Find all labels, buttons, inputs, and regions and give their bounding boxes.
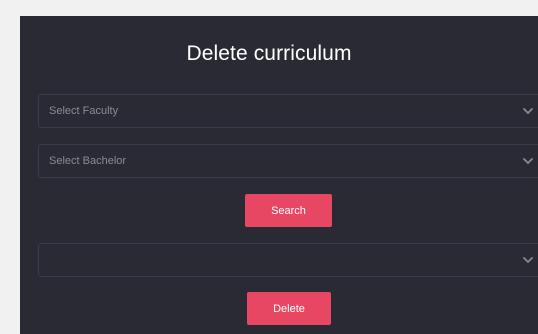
faculty-select[interactable]: Select Faculty: [38, 94, 538, 128]
bachelor-select[interactable]: Select Bachelor: [38, 144, 538, 178]
bachelor-select-value: Select Bachelor: [49, 155, 127, 167]
delete-button[interactable]: Delete: [247, 292, 331, 325]
page-title: Delete curriculum: [186, 42, 352, 65]
chevron-down-icon: [523, 158, 533, 164]
chevron-down-icon: [523, 108, 533, 114]
search-button[interactable]: Search: [245, 194, 332, 227]
delete-curriculum-panel: Delete curriculum Select Faculty Select …: [20, 16, 538, 334]
faculty-select-value: Select Faculty: [49, 105, 119, 117]
chevron-down-icon: [523, 257, 533, 263]
curriculum-select[interactable]: [38, 243, 538, 277]
